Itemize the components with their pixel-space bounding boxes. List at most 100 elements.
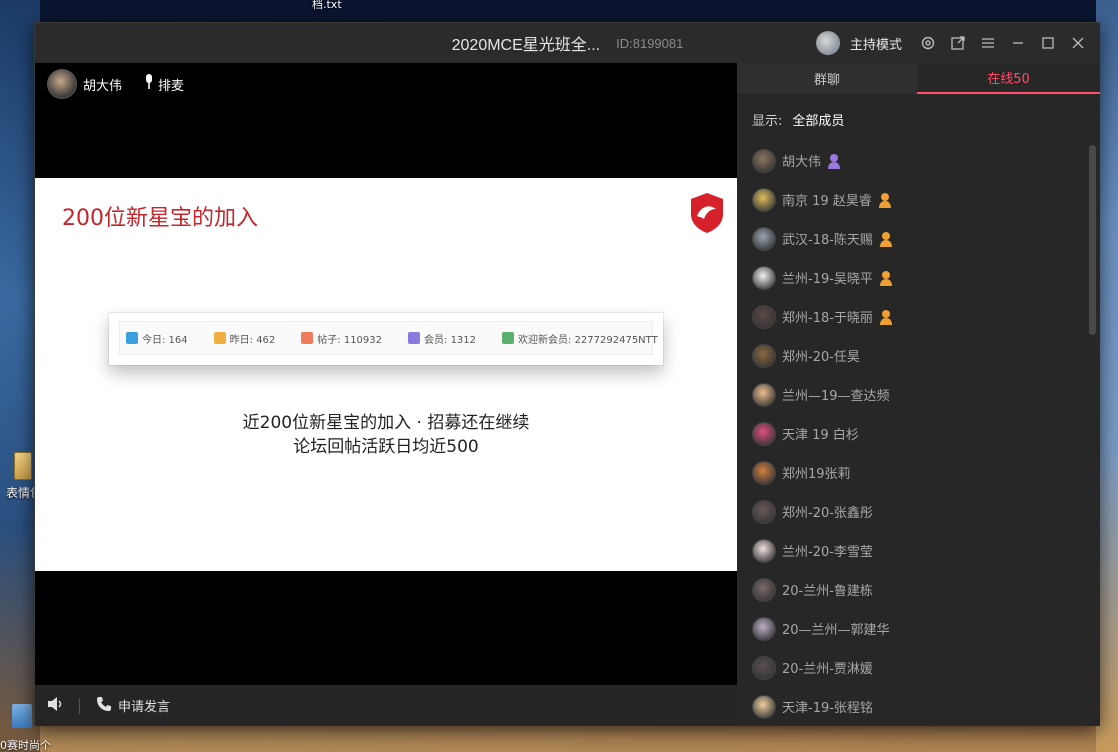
phone-icon[interactable] [96,696,112,716]
admin-badge-icon [879,231,892,247]
desktop-file-label-2[interactable]: 0赛时尚个 [0,737,51,752]
presentation-slide: 200位新星宝的加入 今日: 164 昨日: 462 帖子: 110932 会员: 1… [35,178,737,571]
tab-group-chat[interactable]: 群聊 [737,63,917,94]
member-name: 南京 19 赵昊睿 [782,194,872,209]
stat-icon [126,332,138,344]
member-row[interactable]: 天津 19 白杉 [752,414,1082,453]
member-row[interactable]: 郑州-20-任昊 [752,336,1082,375]
member-avatar[interactable] [752,616,776,641]
member-avatar[interactable] [752,538,776,563]
menu-icon[interactable] [978,33,998,53]
member-row[interactable]: 郑州-18-于晓丽 [752,297,1082,336]
member-avatar[interactable] [752,655,776,680]
minimize-icon[interactable] [1008,33,1028,53]
settings-icon[interactable] [918,33,938,53]
presenter-name: 胡大伟 [83,78,123,94]
slide-caption-line2: 论坛回帖活跃日均近500 [293,437,479,457]
forum-stats-row: 今日: 164 昨日: 462 帖子: 110932 会员: 1312 欢迎新会员: 2… [119,321,658,355]
member-avatar[interactable] [752,421,776,446]
member-avatar[interactable] [752,694,776,719]
admin-badge-icon [879,270,892,286]
forum-stat: 会员: 1312 [408,331,476,346]
member-name: 兰州-19-吴晓平 [782,272,873,287]
desktop-folder-icon[interactable] [14,452,32,480]
stat-icon [301,332,314,344]
presenter-avatar[interactable] [47,69,77,99]
member-name: 郑州19张莉 [782,467,851,482]
member-row[interactable]: 郑州-20-张鑫彤 [752,492,1082,531]
member-name: 兰州-20-李雪莹 [782,545,873,560]
stat-icon [502,332,515,344]
stage-bottom-bar: 申请发言 [35,685,737,726]
forum-stats-card: 今日: 164 昨日: 462 帖子: 110932 会员: 1312 欢迎新会员: 2… [109,313,663,365]
desktop-file-label[interactable]: 档.txt [312,0,342,12]
member-avatar[interactable] [752,187,776,212]
mic-icon[interactable] [144,74,154,94]
member-avatar[interactable] [752,304,776,329]
member-name: 20—兰州—郭建华 [782,623,890,638]
member-row[interactable]: 20—兰州—郭建华 [752,609,1082,648]
title-bar[interactable]: 2020MCE星光班全... ID:8199081 主持模式 [35,23,1100,63]
presenter-info: 胡大伟 排麦 [47,69,184,99]
member-avatar[interactable] [752,460,776,485]
stat-label: 帖子: 110932 [317,334,383,346]
member-name: 郑州-20-任昊 [782,350,860,365]
member-avatar[interactable] [752,499,776,524]
member-avatar[interactable] [752,148,776,173]
member-row[interactable]: 兰州-19-吴晓平 [752,258,1082,297]
tab-online[interactable]: 在线50 [917,63,1100,94]
member-name: 胡大伟 [782,155,822,170]
member-avatar[interactable] [752,343,776,368]
forum-stat: 欢迎新会员: 2277292475NTT [502,331,658,346]
stat-label: 今日: 164 [142,334,188,346]
app-window: 2020MCE星光班全... ID:8199081 主持模式 胡大伟 排麦 20… [34,22,1100,726]
host-badge-icon [828,153,841,169]
member-name: 武汉-18-陈天赐 [782,233,873,248]
stat-icon [213,332,226,344]
popout-icon[interactable] [948,33,968,53]
maximize-icon[interactable] [1038,33,1058,53]
member-name: 20-兰州-贾淋媛 [782,662,873,677]
member-row[interactable]: 南京 19 赵昊睿 [752,180,1082,219]
host-mode-label[interactable]: 主持模式 [850,34,902,53]
member-row[interactable]: 20-兰州-鲁建栋 [752,570,1082,609]
member-row[interactable]: 20-兰州-贾淋媛 [752,648,1082,687]
member-avatar[interactable] [752,226,776,251]
close-icon[interactable] [1068,33,1088,53]
window-title: 2020MCE星光班全... [451,37,601,54]
forum-stat: 帖子: 110932 [301,331,382,346]
forum-stat: 今日: 164 [126,331,188,346]
member-filter[interactable]: 显示: 全部成员 [752,110,844,129]
apply-speak-button[interactable]: 申请发言 [118,696,170,715]
member-row[interactable]: 武汉-18-陈天赐 [752,219,1082,258]
member-avatar[interactable] [752,577,776,602]
member-name: 兰州—19—查达频 [782,389,890,404]
member-name: 郑州-20-张鑫彤 [782,506,873,521]
member-row[interactable]: 兰州—19—查达频 [752,375,1082,414]
member-row[interactable]: 郑州19张莉 [752,453,1082,492]
member-name: 郑州-18-于晓丽 [782,311,873,326]
video-stage: 胡大伟 排麦 200位新星宝的加入 今日: 164 昨日: 462 帖子: 1109… [35,63,737,686]
stat-label: 欢迎新会员: 2277292475NTT [518,334,658,346]
queue-button[interactable]: 排麦 [158,75,184,94]
filter-value[interactable]: 全部成员 [792,114,844,129]
msi-shield-logo [691,193,723,233]
host-avatar[interactable] [815,31,840,55]
volume-icon[interactable] [47,696,65,716]
member-row[interactable]: 天津-19-张程铭 [752,687,1082,726]
stat-label: 会员: 1312 [424,334,477,346]
side-tabs: 群聊 在线50 [737,63,1100,94]
forum-stat: 昨日: 462 [213,331,275,346]
member-avatar[interactable] [752,265,776,290]
member-row[interactable]: 兰州-20-李雪莹 [752,531,1082,570]
member-avatar[interactable] [752,382,776,407]
member-row[interactable]: 胡大伟 [752,141,1082,180]
room-id: ID:8199081 [616,35,684,51]
slide-title: 200位新星宝的加入 [62,206,258,231]
admin-badge-icon [879,309,892,325]
desktop-file-icon[interactable] [12,704,32,728]
member-list-scrollbar[interactable] [1089,145,1096,335]
slide-caption-line1: 近200位新星宝的加入 · 招募还在继续 [242,413,530,433]
stat-icon [408,332,421,344]
member-name: 天津 19 白杉 [782,428,859,443]
